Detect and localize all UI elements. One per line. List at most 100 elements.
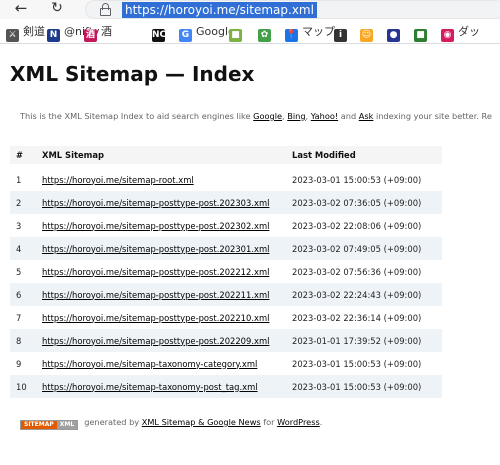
sitemap-link[interactable]: https://horoyoi.me/sitemap-posttype-post… xyxy=(42,336,269,346)
table-row: 6 https://horoyoi.me/sitemap-posttype-pos… xyxy=(10,283,442,306)
sake-icon: 酒 xyxy=(84,29,97,42)
table-row: 8 https://horoyoi.me/sitemap-posttype-pos… xyxy=(10,329,442,352)
row-number: 10 xyxy=(10,375,36,398)
bookmarks-bar: ⚔ 剣道 N @nifty 酒酒 NC G Google ■ ✿ 📍 マップ i ☺ ● ■ ◉ ダッ xyxy=(0,20,500,44)
row-last-modified: 2023-03-02 07:36:05 (+09:00) xyxy=(286,191,442,214)
header-num: # xyxy=(10,146,36,164)
link-google[interactable]: Google xyxy=(253,111,282,121)
table-row: 4 https://horoyoi.me/sitemap-posttype-pos… xyxy=(10,237,442,260)
row-sitemap-cell: https://horoyoi.me/sitemap-posttype-post… xyxy=(36,329,286,352)
footer-link-wordpress[interactable]: WordPress xyxy=(277,417,320,427)
plant-icon: ✿ xyxy=(258,29,271,42)
row-sitemap-cell: https://horoyoi.me/sitemap-posttype-post… xyxy=(36,237,286,260)
bookmark-item[interactable]: i xyxy=(334,24,351,42)
table-row: 5 https://horoyoi.me/sitemap-posttype-pos… xyxy=(10,260,442,283)
bookmark-label: 剣道 xyxy=(23,25,45,38)
bookmark-item[interactable]: ☺ xyxy=(360,24,377,42)
row-number: 3 xyxy=(16,220,22,231)
bookmark-item[interactable]: G Google xyxy=(179,24,235,42)
link-yahoo[interactable]: Yahoo! xyxy=(311,111,338,121)
map-pin-icon: 📍 xyxy=(285,29,298,42)
sitemap-link[interactable]: https://horoyoi.me/sitemap-posttype-post… xyxy=(42,313,269,323)
bookmark-label: マップ xyxy=(302,25,335,38)
row-sitemap-cell: https://horoyoi.me/sitemap-posttype-post… xyxy=(36,260,286,283)
nifty-icon: N xyxy=(47,29,60,42)
row-number: 8 xyxy=(10,329,36,352)
row-sitemap-cell: https://horoyoi.me/sitemap-posttype-post… xyxy=(36,306,286,329)
sitemap-link[interactable]: https://horoyoi.me/sitemap-taxonomy-cate… xyxy=(42,359,257,369)
table-row: 1 https://horoyoi.me/sitemap-root.xml 2023… xyxy=(10,168,442,191)
row-last-modified: 2023-03-01 15:00:53 (+09:00) xyxy=(292,358,422,369)
intro-suffix: indexing your site better. Re xyxy=(373,111,492,121)
row-last-modified: 2023-03-02 07:56:36 (+09:00) xyxy=(292,266,422,277)
row-number: 9 xyxy=(16,358,22,369)
page-title: XML Sitemap — Index xyxy=(10,62,255,86)
row-last-modified: 2023-03-01 15:00:53 (+09:00) xyxy=(286,375,442,398)
row-number: 2 xyxy=(10,191,36,214)
row-sitemap-cell: https://horoyoi.me/sitemap-posttype-post… xyxy=(36,283,286,306)
bookmark-item[interactable]: ■ xyxy=(229,24,246,42)
table-row: 3 https://horoyoi.me/sitemap-posttype-pos… xyxy=(10,214,442,237)
table-body: 1 https://horoyoi.me/sitemap-root.xml 2023… xyxy=(10,164,442,398)
row-number: 1 xyxy=(16,174,22,185)
circle-i-icon: i xyxy=(334,29,347,42)
row-sitemap-cell: https://horoyoi.me/sitemap-posttype-post… xyxy=(36,191,286,214)
link-bing[interactable]: Bing xyxy=(287,111,305,121)
row-last-modified: 2023-03-02 22:36:14 (+09:00) xyxy=(292,312,422,323)
footer: SITEMAP XML generated by XML Sitemap & Goo… xyxy=(20,417,322,430)
bookmark-label: ダッ xyxy=(458,25,480,38)
bookmark-item[interactable]: ● xyxy=(387,24,404,42)
table-row: 10 https://horoyoi.me/sitemap-taxonomy-po… xyxy=(10,375,442,398)
table-row: 9 https://horoyoi.me/sitemap-taxonomy-cat… xyxy=(10,352,442,375)
pink-icon: ◉ xyxy=(441,29,454,42)
sitemap-link[interactable]: https://horoyoi.me/sitemap-root.xml xyxy=(42,175,194,185)
bookmark-item[interactable]: NC xyxy=(152,24,169,42)
intro-text: This is the XML Sitemap Index to aid sea… xyxy=(20,111,492,121)
browser-toolbar: ← ↻ https://horoyoi.me/sitemap.xml xyxy=(0,0,500,19)
lock-icon xyxy=(100,3,111,16)
blue-circle-icon: ● xyxy=(387,29,400,42)
row-number: 5 xyxy=(16,266,22,277)
back-arrow-icon[interactable]: ← xyxy=(10,0,32,19)
row-last-modified: 2023-03-01 15:00:53 (+09:00) xyxy=(292,174,422,185)
row-sitemap-cell: https://horoyoi.me/sitemap-taxonomy-post… xyxy=(36,375,286,398)
header-last-modified: Last Modified xyxy=(286,146,442,164)
bookmark-item[interactable]: ✿ xyxy=(258,24,275,42)
sitemap-link[interactable]: https://horoyoi.me/sitemap-posttype-post… xyxy=(42,244,269,254)
sitemap-link[interactable]: https://horoyoi.me/sitemap-posttype-post… xyxy=(42,290,269,300)
bookmark-item[interactable]: ■ xyxy=(414,24,431,42)
link-ask[interactable]: Ask xyxy=(359,111,374,121)
bookmark-item[interactable]: 酒酒 xyxy=(84,24,112,42)
reload-icon[interactable]: ↻ xyxy=(46,0,68,19)
row-number: 6 xyxy=(10,283,36,306)
bookmark-item[interactable]: ⚔ 剣道 xyxy=(6,24,45,42)
footer-text-for: for xyxy=(260,417,278,427)
sitemap-xml-badge: SITEMAP XML xyxy=(20,420,79,430)
row-number: 7 xyxy=(16,312,22,323)
bookmark-item[interactable]: ◉ ダッ xyxy=(441,24,480,42)
url-text[interactable]: https://horoyoi.me/sitemap.xml xyxy=(122,2,317,18)
bookmark-label: 酒 xyxy=(101,25,112,38)
sword-icon: ⚔ xyxy=(6,29,19,42)
row-last-modified: 2023-01-01 17:39:52 (+09:00) xyxy=(286,329,442,352)
address-bar[interactable]: https://horoyoi.me/sitemap.xml xyxy=(85,0,500,19)
green-bookmark-icon: ■ xyxy=(414,29,427,42)
row-sitemap-cell: https://horoyoi.me/sitemap-root.xml xyxy=(36,168,286,191)
green-square-icon: ■ xyxy=(229,29,242,42)
footer-text: generated by xyxy=(84,417,142,427)
sitemap-link[interactable]: https://horoyoi.me/sitemap-taxonomy-post… xyxy=(42,382,258,392)
nc-icon: NC xyxy=(152,29,167,42)
footer-text-end: . xyxy=(319,417,323,427)
row-sitemap-cell: https://horoyoi.me/sitemap-posttype-post… xyxy=(36,214,286,237)
sitemap-link[interactable]: https://horoyoi.me/sitemap-posttype-post… xyxy=(42,267,269,277)
sitemap-link[interactable]: https://horoyoi.me/sitemap-posttype-post… xyxy=(42,198,269,208)
sitemap-link[interactable]: https://horoyoi.me/sitemap-posttype-post… xyxy=(42,221,269,231)
table-row: 7 https://horoyoi.me/sitemap-posttype-pos… xyxy=(10,306,442,329)
bookmark-item[interactable]: 📍 マップ xyxy=(285,24,335,42)
header-sitemap: XML Sitemap xyxy=(36,146,286,164)
table-header-row: # XML Sitemap Last Modified xyxy=(10,146,442,164)
row-sitemap-cell: https://horoyoi.me/sitemap-taxonomy-cate… xyxy=(36,352,286,375)
footer-link-plugin[interactable]: XML Sitemap & Google News xyxy=(142,417,261,427)
intro-prefix: This is the XML Sitemap Index to aid sea… xyxy=(20,111,254,121)
row-last-modified: 2023-03-02 22:24:43 (+09:00) xyxy=(286,283,442,306)
